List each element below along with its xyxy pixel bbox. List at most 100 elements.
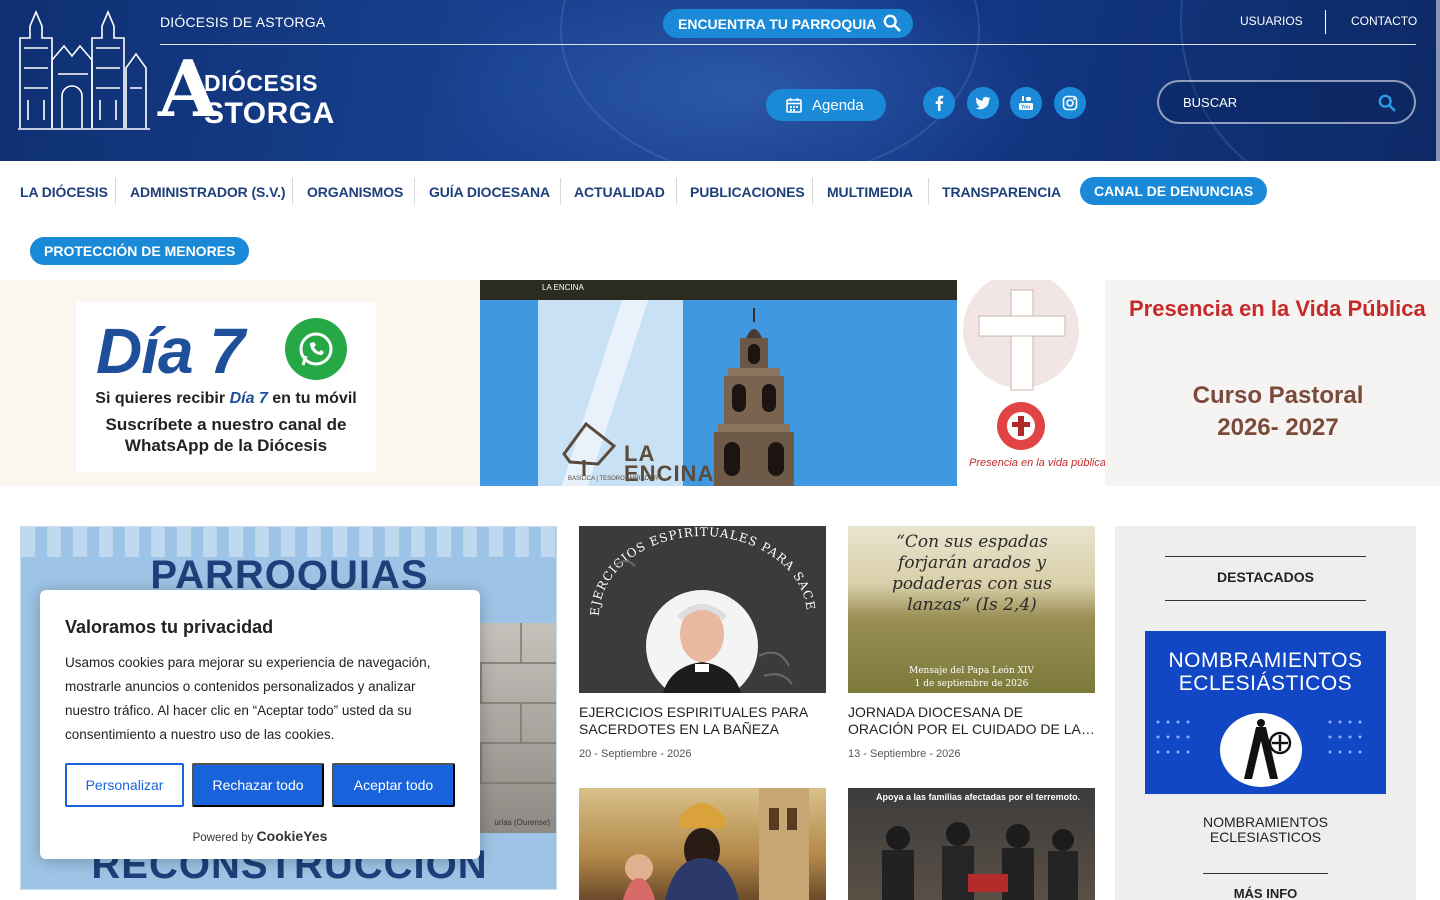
dot-grid-decoration [1156,720,1190,754]
sidebar-rule [1165,556,1366,557]
cross-mosaic-icon: Presencia en la vida pública [963,280,1106,469]
main-navigation: LA DIÓCESIS ADMINISTRADOR (S.V.) ORGANIS… [0,161,1440,279]
dia7-line3-text: WhatsApp de la Diócesis [124,436,328,455]
news-title-line2[interactable]: SACERDOTES EN LA BAÑEZA [579,721,826,738]
search-icon [883,14,901,32]
featured-photo-caption: urias (Ourense) [494,818,550,827]
powered-by-cookieyes[interactable]: Powered by CookieYes [40,828,480,844]
nav-item-administrador[interactable]: ADMINISTRADOR (S.V.) [130,182,285,202]
diocese-brand-logo[interactable]: A DIÓCESIS STORGA [158,48,334,132]
facebook-link[interactable] [923,87,955,119]
header-link-separator [1325,10,1326,34]
facebook-icon [935,95,944,111]
la-encina-banner[interactable]: LA ENCINA LA ENCINA BASÍLICA | TESORO | … [480,280,957,486]
header-divider [160,44,1416,45]
cathedral-logo-icon[interactable] [18,8,150,130]
thumb-quote: “Con sus espadas forjarán arados y podad… [892,532,1052,615]
cookie-consent-dialog: Valoramos tu privacidad Usamos cookies p… [40,590,480,859]
dia7-line1-em: Día 7 [229,390,268,407]
sidebar-rule [1165,600,1366,601]
encina-house-logo-icon [562,421,617,476]
news-thumbnail[interactable]: Apoya a las familias afectadas por el te… [848,788,1095,900]
nav-item-actualidad[interactable]: ACTUALIDAD [574,182,665,202]
site-search[interactable] [1157,80,1416,124]
cookie-text: Usamos cookies para mejorar su experienc… [65,655,431,742]
caption-line2: ECLESIASTICOS [1209,829,1322,845]
customize-button[interactable]: Personalizar [65,763,184,807]
whatsapp-icon [285,318,347,380]
accept-all-button[interactable]: Aceptar todo [332,763,455,807]
dot-grid-decoration [1328,720,1362,754]
proteccion-menores-button[interactable]: PROTECCIÓN DE MENORES [30,237,250,265]
instagram-link[interactable] [1054,87,1086,119]
nav-separator [115,178,116,205]
encina-topbar: LA ENCINA [480,280,957,300]
nav-item-multimedia[interactable]: MULTIMEDIA [827,182,913,202]
dia7-line1: Si quieres recibir Día 7 en tu móvil [76,390,376,408]
dia7-title: Día 7 [96,315,245,387]
search-input[interactable] [1183,92,1363,112]
agenda-button[interactable]: Agenda [766,89,886,121]
dia7-whatsapp-banner[interactable]: Día 7 Si quieres recibir Día 7 en tu móv… [0,280,480,486]
thumb-footer1: Mensaje del Papa León XIV [909,666,1034,676]
site-name[interactable]: DIÓCESIS DE ASTORGA [160,14,325,30]
presencia-vida-publica-banner[interactable]: Presencia en la vida pública Presencia e… [957,280,1440,486]
cookie-title: Valoramos tu privacidad [65,617,274,637]
agenda-label: Agenda [812,96,864,114]
powered-by-text: Powered by [192,832,254,844]
news-thumbnail[interactable]: “Con sus espadas forjarán arados y podad… [848,526,1095,693]
priest-portrait-image: EJERCICIOS ESPIRITUALES PARA SACERDOTES … [579,526,817,693]
curso-pastoral-text: Curso Pastoral 2026- 2027 [1183,380,1373,444]
brand-line2: STORGA [204,97,335,130]
curso-line2: 2026- 2027 [1217,414,1339,441]
search-icon[interactable] [1378,94,1396,112]
find-parish-label: ENCUENTRA TU PARROQUIA [678,15,877,32]
curso-line1: Curso Pastoral [1192,382,1364,409]
nombramientos-image-title: NOMBRAMIENTOS ECLESIÁSTICOS [1168,649,1363,695]
news-title-line1[interactable]: EJERCICIOS ESPIRITUALES PARA [579,704,826,721]
rescue-workers-image [882,822,1078,900]
svg-text:You: You [1021,105,1030,111]
dia7-line2-text: Suscríbete a nuestro canal de [105,415,347,434]
cookieyes-logo: CookieYes [256,828,328,844]
site-header: DIÓCESIS DE ASTORGA A DIÓCESIS STORGA EN… [0,0,1440,161]
sidebar-rule [1203,873,1328,874]
caption-line1: NOMBRAMIENTOS [1203,814,1328,830]
bell-tower-image [714,308,794,486]
youtube-link[interactable]: You [1010,87,1042,119]
reject-all-button[interactable]: Rechazar todo [192,763,324,807]
cross-people-image: Presencia en la vida pública [957,280,1106,486]
mas-info-link[interactable]: MÁS INFO [1115,886,1416,900]
news-thumbnail[interactable] [579,788,826,900]
news-date: 20 - Septiembre - 2026 [579,748,692,760]
dia7-line1-suffix: en tu móvil [272,390,357,407]
nombramientos-image[interactable]: NOMBRAMIENTOS ECLESIÁSTICOS [1145,631,1386,794]
news-title-line2[interactable]: ORACIÓN POR EL CUIDADO DE LA… [848,721,1095,738]
nav-item-transparencia[interactable]: TRANSPARENCIA [942,182,1061,202]
nombramientos-caption[interactable]: NOMBRAMIENTOS ECLESIASTICOS [1115,815,1416,845]
nav-item-guia-diocesana[interactable]: GUÍA DIOCESANA [429,182,550,202]
brand-line1: DIÓCESIS [204,70,318,96]
diocese-emblem-icon [1220,713,1302,787]
twitter-link[interactable] [967,87,999,119]
nav-item-publicaciones[interactable]: PUBLICACIONES [690,182,805,202]
destacados-sidebar: DESTACADOS NOMBRAMIENTOS ECLESIÁSTICOS N… [1115,526,1416,900]
news-title-line1[interactable]: JORNADA DIOCESANA DE [848,704,1095,721]
usuarios-link[interactable]: USUARIOS [1240,14,1303,28]
encina-top-label: LA ENCINA [542,283,584,292]
scrollbar[interactable] [1436,0,1440,161]
encina-subtitle: BASÍLICA | TESORO | MIRADOR [568,476,659,482]
nav-item-organismos[interactable]: ORGANISMOS [307,182,403,202]
contacto-link[interactable]: CONTACTO [1351,14,1417,28]
dia7-line2: Suscríbete a nuestro canal de WhatsApp de… [76,414,376,456]
twitter-icon [975,96,991,110]
nav-separator [414,178,415,205]
dia7-line1-prefix: Si quieres recibir [95,390,226,407]
thumb-footer2: 1 de septiembre de 2026 [914,679,1029,689]
nav-item-la-diocesis[interactable]: LA DIÓCESIS [20,182,108,202]
nav-separator [560,178,561,205]
news-thumbnail[interactable]: EJERCICIOS ESPIRITUALES PARA SACERDOTES … [579,526,826,693]
sidebar-heading: DESTACADOS [1217,569,1314,585]
find-parish-button[interactable]: ENCUENTRA TU PARROQUIA [663,9,913,38]
canal-denuncias-button[interactable]: CANAL DE DENUNCIAS [1080,177,1268,205]
